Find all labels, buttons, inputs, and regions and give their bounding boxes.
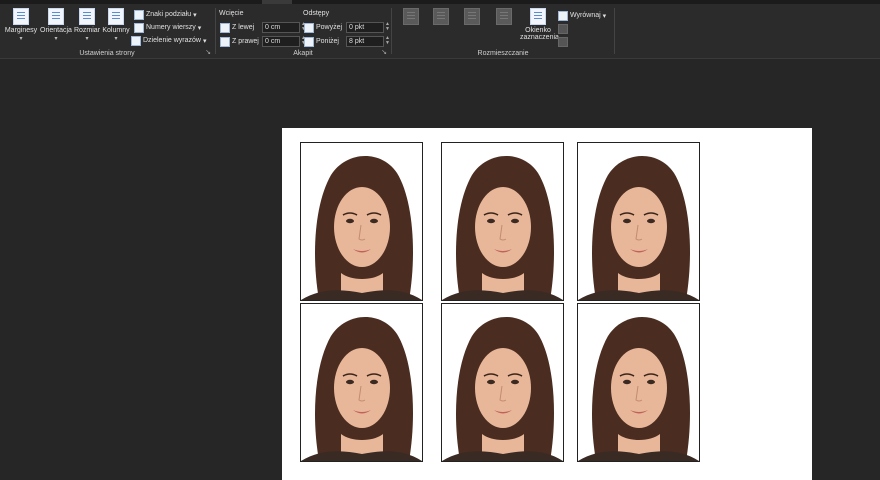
margins-icon xyxy=(13,8,29,25)
rotate-icon xyxy=(558,36,568,47)
breaks-label: Znaki podziału xyxy=(146,11,192,18)
indent-left-icon xyxy=(220,22,230,33)
arrange-group: Okienko zaznaczenia Wyrównaj ▾ Rozmieszc… xyxy=(392,4,614,58)
chevron-down-icon: ▾ xyxy=(114,36,118,42)
orientation-icon xyxy=(48,8,64,25)
spacing-after-control: Poniżej 8 pkt ▲ ▼ xyxy=(304,36,390,47)
chevron-down-icon: ▾ xyxy=(54,36,58,42)
columns-icon xyxy=(108,8,124,25)
page-size-icon xyxy=(79,8,95,25)
position-button[interactable] xyxy=(396,8,426,27)
columns-button[interactable]: Kolumny ▾ xyxy=(101,8,131,42)
spacing-after-spinner-icon[interactable]: ▲ ▼ xyxy=(385,36,390,47)
spacing-after-label: Poniżej xyxy=(316,38,339,45)
group-objects-button[interactable] xyxy=(558,23,568,34)
arrange-group-label: Rozmieszczanie xyxy=(477,50,529,57)
line-numbers-button[interactable]: Numery wierszy ▾ xyxy=(134,22,201,33)
breaks-icon xyxy=(134,9,144,20)
chevron-down-icon: ▾ xyxy=(193,11,197,19)
bring-forward-button[interactable] xyxy=(456,8,488,27)
line-numbers-label: Numery wierszy xyxy=(146,24,196,31)
passport-photo[interactable] xyxy=(300,303,423,462)
chevron-down-icon: ▾ xyxy=(202,37,207,45)
align-label: Wyrównaj xyxy=(570,12,601,19)
spacing-after-icon xyxy=(304,36,314,47)
breaks-button[interactable]: Znaki podziału ▾ xyxy=(134,9,197,20)
ribbon: Marginesy ▾ Orientacja ▾ Rozmiar ▾ Kolum… xyxy=(0,0,880,59)
document-page[interactable] xyxy=(282,128,812,480)
chevron-down-icon: ▾ xyxy=(602,12,607,20)
spacing-before-icon xyxy=(304,22,314,33)
indent-right-icon xyxy=(220,36,230,47)
chevron-down-icon: ▾ xyxy=(197,24,202,32)
indent-right-label: Z prawej xyxy=(232,38,259,45)
size-button[interactable]: Rozmiar ▾ xyxy=(73,8,101,42)
spacing-before-label: Powyżej xyxy=(316,24,343,31)
indent-left-input[interactable]: 0 cm xyxy=(262,22,300,33)
passport-photo[interactable] xyxy=(577,142,700,301)
size-label: Rozmiar xyxy=(73,27,101,34)
dialog-launcher-icon[interactable]: ↘ xyxy=(381,48,387,56)
chevron-down-icon: ▾ xyxy=(19,36,23,42)
group-divider xyxy=(614,8,615,54)
passport-photo[interactable] xyxy=(441,142,564,301)
margins-button[interactable]: Marginesy ▾ xyxy=(4,8,38,42)
selection-pane-label-line1: Okienko xyxy=(525,27,551,34)
page-setup-group-label: Ustawienia strony xyxy=(79,50,135,57)
wrap-text-icon xyxy=(433,8,449,25)
page-setup-group: Marginesy ▾ Orientacja ▾ Rozmiar ▾ Kolum… xyxy=(0,4,214,58)
passport-photo[interactable] xyxy=(300,142,423,301)
selection-pane-button[interactable]: Okienko zaznaczenia xyxy=(520,8,559,41)
spacing-after-input[interactable]: 8 pkt xyxy=(346,36,384,47)
hyphenation-label: Dzielenie wyrazów xyxy=(143,37,201,44)
passport-photo[interactable] xyxy=(441,303,564,462)
indent-right-input[interactable]: 0 cm xyxy=(262,36,300,47)
orientation-label: Orientacja xyxy=(40,27,72,34)
indent-left-control: Z lewej 0 cm ▲▼ xyxy=(220,22,306,33)
orientation-button[interactable]: Orientacja ▾ xyxy=(39,8,73,42)
hyphenation-icon xyxy=(131,35,141,46)
passport-photo[interactable] xyxy=(577,303,700,462)
margins-label: Marginesy xyxy=(4,27,38,34)
indent-left-label: Z lewej xyxy=(232,24,255,31)
group-objects-icon xyxy=(558,23,568,34)
wrap-text-button[interactable] xyxy=(426,8,456,27)
chevron-down-icon: ▾ xyxy=(85,36,89,42)
selection-pane-icon xyxy=(530,8,546,25)
indent-right-control: Z prawej 0 cm ▲▼ xyxy=(220,36,306,47)
align-icon xyxy=(558,10,568,21)
columns-label: Kolumny xyxy=(102,27,130,34)
spacing-heading: Odstępy xyxy=(303,10,330,17)
selection-pane-label-line2: zaznaczenia xyxy=(520,34,559,41)
dialog-launcher-icon[interactable]: ↘ xyxy=(205,48,211,56)
align-button[interactable]: Wyrównaj ▾ xyxy=(558,10,606,21)
spacing-before-spinner-icon[interactable]: ▲ ▼ xyxy=(385,22,390,33)
paragraph-group-label: Akapit xyxy=(293,50,313,57)
rotate-button[interactable] xyxy=(558,36,568,47)
send-backward-icon xyxy=(496,8,512,25)
bring-forward-icon xyxy=(464,8,480,25)
position-icon xyxy=(403,8,419,25)
spacing-before-input[interactable]: 0 pkt xyxy=(346,22,384,33)
paragraph-group: Wcięcie Odstępy Z lewej 0 cm ▲▼ Z prawej… xyxy=(216,4,390,58)
indent-heading: Wcięcie xyxy=(219,10,244,17)
line-numbers-icon xyxy=(134,22,144,33)
hyphenation-button[interactable]: Dzielenie wyrazów ▾ xyxy=(131,35,206,46)
send-backward-button[interactable] xyxy=(488,8,520,27)
spacing-before-control: Powyżej 0 pkt ▲ ▼ xyxy=(304,22,390,33)
